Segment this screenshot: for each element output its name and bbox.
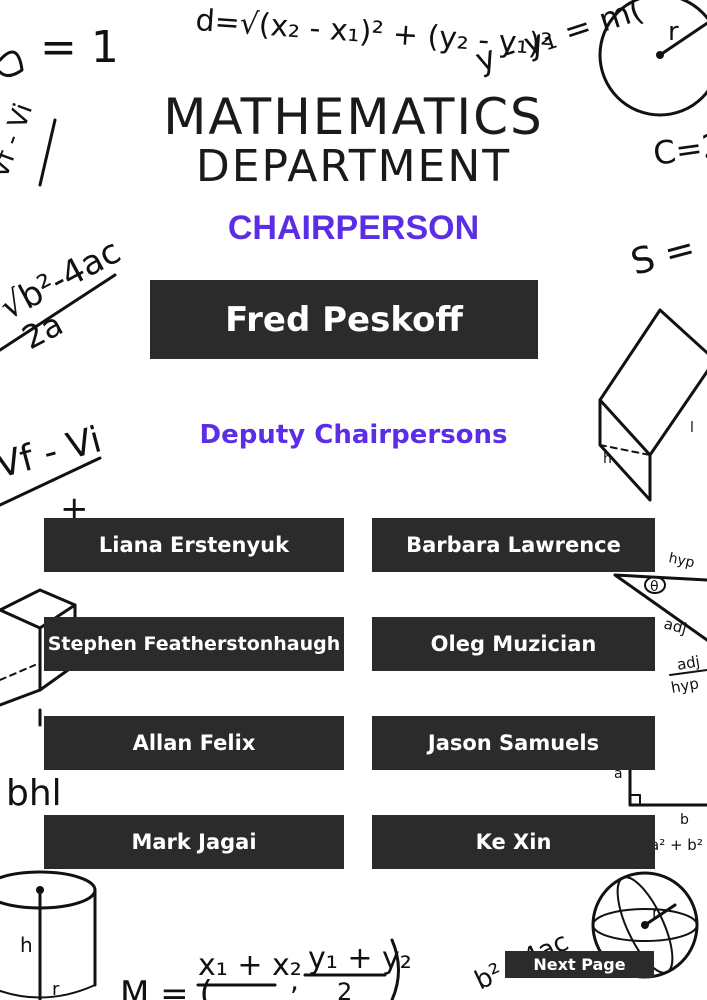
midpoint-x: x₁ + x₂ bbox=[198, 948, 302, 983]
deputy-name: Liana Erstenyuk bbox=[44, 518, 344, 572]
adj-over-hyp-den: hyp bbox=[670, 674, 701, 697]
deputy-name: Ke Xin bbox=[372, 815, 655, 869]
partial-glyph-icon bbox=[0, 50, 24, 77]
equals-one: = 1 bbox=[40, 22, 119, 73]
circle-radius-label: r bbox=[668, 17, 679, 47]
cylinder-diagram-icon bbox=[0, 870, 97, 1000]
deputy-heading: Deputy Chairpersons bbox=[199, 420, 508, 450]
prism-diagram-icon bbox=[598, 308, 707, 502]
chairperson-name: Fred Peskoff bbox=[150, 280, 538, 359]
deputy-name: Mark Jagai bbox=[44, 815, 344, 869]
sphere-radius-label: r bbox=[652, 903, 659, 922]
hyp-label: hyp bbox=[667, 550, 696, 571]
deputy-name: Allan Felix bbox=[44, 716, 344, 770]
side-b-label: b bbox=[680, 812, 689, 828]
midpoint-denominator: 2 bbox=[337, 978, 352, 1000]
theta-label: θ bbox=[650, 579, 659, 595]
cylinder-height-label: h bbox=[20, 933, 33, 957]
page-title-line2: DEPARTMENT bbox=[195, 141, 512, 192]
prism-height-label: h bbox=[603, 451, 612, 467]
svg-text:,: , bbox=[290, 964, 299, 997]
pythagoras-formula: a² + b² = bbox=[650, 836, 707, 854]
cylinder-radius-label: r bbox=[52, 979, 60, 1000]
next-page-button[interactable]: Next Page bbox=[505, 951, 654, 978]
deputy-name: Jason Samuels bbox=[372, 716, 655, 770]
volume-formula: bhl bbox=[6, 773, 62, 814]
deputy-name: Barbara Lawrence bbox=[372, 518, 655, 572]
adj-label: adj bbox=[662, 614, 689, 637]
page-title-line1: MATHEMATICS bbox=[163, 88, 544, 146]
slope-formula: y - y₁ = m( bbox=[471, 0, 648, 80]
chairperson-heading: CHAIRPERSON bbox=[227, 209, 480, 247]
deputy-name: Oleg Muzician bbox=[372, 617, 655, 671]
deputy-name: Stephen Featherstonhaugh bbox=[44, 617, 344, 671]
